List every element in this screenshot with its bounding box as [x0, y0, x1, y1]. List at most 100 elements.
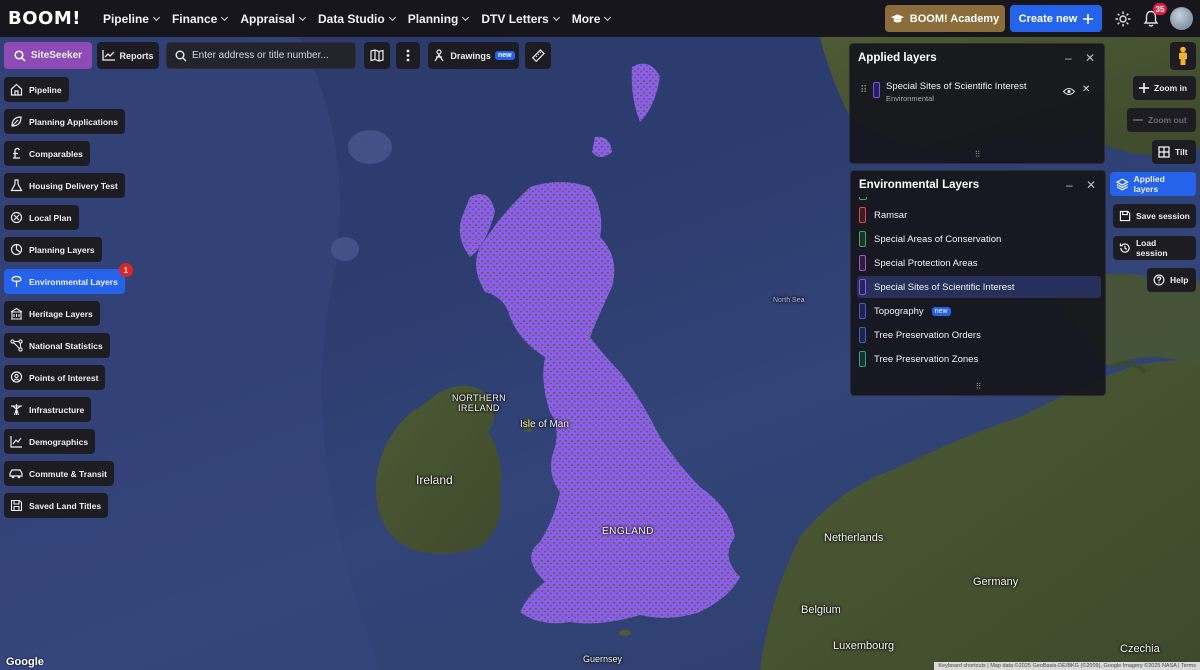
academy-button[interactable]: BOOM! Academy [885, 5, 1005, 32]
layer-color-swatch [859, 207, 866, 223]
sidebar-item-points-of-interest[interactable]: Points of Interest [4, 365, 106, 390]
nav-dtv-letters[interactable]: DTV Letters [481, 12, 560, 26]
applied-layer-category: Environmental [886, 94, 934, 103]
remove-layer-icon[interactable]: ✕ [1082, 84, 1090, 95]
app-logo[interactable]: BOOM! [8, 8, 81, 29]
applied-layers-label: Applied layers [1133, 174, 1165, 194]
nodes-icon [9, 339, 23, 353]
sidebar-item-label: Demographics [29, 436, 89, 447]
sidebar-item-saved-land-titles[interactable]: Saved Land Titles [4, 493, 109, 518]
measure-button[interactable] [525, 42, 551, 69]
plus-icon [1083, 13, 1094, 24]
nav-finance-label: Finance [171, 11, 218, 26]
layer-row-sssi[interactable]: Special Sites of Scientific Interest [857, 276, 1101, 298]
sidebar-item-heritage-layers[interactable]: Heritage Layers [4, 301, 100, 326]
map-attribution[interactable]: Keyboard shortcuts | Map data ©2025 GeoB… [934, 662, 1200, 670]
house-icon [9, 83, 23, 97]
close-icon[interactable]: ✕ [1086, 178, 1096, 192]
more-options-button[interactable] [396, 42, 420, 69]
nav-pipeline[interactable]: Pipeline [103, 12, 161, 26]
chevron-down-icon [552, 13, 560, 21]
sidebar-item-housing-delivery-test[interactable]: Housing Delivery Test [4, 173, 125, 198]
nav-appraisal-label: Appraisal [240, 11, 296, 26]
layer-color-swatch [859, 279, 866, 295]
map-label-luxembourg: Luxembourg [833, 640, 895, 652]
drag-handle-icon[interactable]: ⠿ [860, 85, 867, 96]
building-icon [9, 307, 23, 321]
minus-icon [1133, 119, 1143, 121]
panel-title: Environmental Layers [859, 179, 980, 191]
google-logo: Google [6, 656, 44, 668]
nav-data-studio[interactable]: Data Studio [318, 12, 396, 26]
sun-icon[interactable] [1115, 11, 1131, 27]
person-pin-icon [9, 371, 23, 385]
resize-handle-icon[interactable]: ⠿ [975, 150, 981, 159]
applied-layers-button[interactable]: Applied layers [1110, 172, 1196, 196]
applied-layer-item[interactable]: ⠿ Special Sites of Scientific Interest E… [854, 76, 1100, 112]
resize-handle-icon[interactable]: ⠿ [976, 382, 982, 391]
map-label-netherlands: Netherlands [824, 532, 884, 544]
car-icon [9, 467, 23, 481]
map-type-button[interactable] [364, 42, 390, 69]
sidebar-item-label: Pipeline [29, 84, 62, 95]
layer-name: Ramsar [874, 209, 908, 221]
street-view-pegman[interactable] [1170, 42, 1196, 70]
nav-planning[interactable]: Planning [407, 11, 470, 26]
search-input[interactable] [192, 50, 352, 61]
siteseeker-button[interactable]: SiteSeeker [4, 42, 92, 69]
layer-row-tree-preservation-zones[interactable]: Tree Preservation Zones [857, 348, 1101, 370]
sidebar-item-label: Local Plan [29, 212, 72, 223]
minimize-icon[interactable]: – [1066, 178, 1073, 192]
nav-appraisal[interactable]: Appraisal [240, 11, 307, 26]
layer-row-tree-preservation-orders[interactable]: Tree Preservation Orders [857, 324, 1101, 346]
save-session-label: Save session [1136, 211, 1190, 221]
layer-row-ramsar[interactable]: Ramsar [857, 204, 1101, 226]
help-button[interactable]: Help [1147, 268, 1196, 292]
sidebar-item-local-plan[interactable]: Local Plan [4, 205, 79, 230]
nav-finance[interactable]: Finance [171, 11, 229, 26]
chevron-down-icon [298, 13, 307, 21]
save-session-button[interactable]: Save session [1113, 204, 1196, 228]
load-session-label: Load session [1135, 238, 1168, 258]
zoom-in-label: Zoom in [1154, 83, 1188, 93]
layer-row-special-areas-of-conservation[interactable]: Special Areas of Conservation [857, 228, 1101, 250]
eye-icon[interactable] [1063, 87, 1075, 96]
drawing-person-icon [434, 49, 444, 62]
pegman-icon [1179, 46, 1187, 65]
zoom-out-button[interactable]: Zoom out [1127, 108, 1196, 132]
sidebar-item-infrastructure[interactable]: Infrastructure [4, 397, 92, 422]
layer-row-topography[interactable]: Topography new [857, 300, 1101, 322]
sidebar-item-comparables[interactable]: Comparables [4, 141, 90, 166]
map-label-belgium: Belgium [801, 604, 841, 616]
layer-row-special-protection-areas[interactable]: Special Protection Areas [857, 252, 1101, 274]
address-search[interactable] [166, 42, 356, 69]
create-new-button[interactable]: Create new [1010, 5, 1102, 32]
search-icon [175, 50, 187, 61]
chevron-down-icon [388, 13, 396, 21]
zoom-in-button[interactable]: Zoom in [1133, 76, 1196, 100]
vertical-dots-icon [406, 49, 410, 62]
layer-name: Tree Preservation Zones [874, 353, 979, 365]
reports-button[interactable]: Reports [97, 42, 159, 69]
sidebar-item-national-statistics[interactable]: National Statistics [4, 333, 110, 358]
drawings-button[interactable]: Drawings new [428, 42, 519, 69]
map-label-england: ENGLAND [602, 526, 654, 537]
layers-icon [1116, 178, 1129, 190]
sidebar-item-planning-layers[interactable]: Planning Layers [4, 237, 102, 262]
tilt-button[interactable]: Tilt [1152, 140, 1196, 164]
nav-more[interactable]: More [572, 12, 612, 26]
close-icon[interactable]: ✕ [1085, 51, 1095, 65]
load-session-button[interactable]: Load session [1113, 236, 1196, 260]
avatar[interactable] [1170, 7, 1193, 30]
sidebar-item-label: Comparables [29, 148, 83, 159]
map-canvas[interactable]: NORTHERN IRELAND Isle of Man Ireland ENG… [0, 37, 1200, 670]
sidebar-item-label: Planning Applications [29, 116, 118, 127]
applied-layers-panel: Applied layers – ✕ ⠿ Special Sites of Sc… [849, 43, 1105, 164]
sidebar-item-planning-applications[interactable]: Planning Applications [4, 109, 125, 134]
nav-planning-label: Planning [407, 11, 459, 26]
sidebar-item-pipeline[interactable]: Pipeline [4, 77, 69, 102]
minimize-icon[interactable]: – [1065, 51, 1072, 65]
sidebar-item-commute-transit[interactable]: Commute & Transit [4, 461, 114, 486]
sidebar-item-demographics[interactable]: Demographics [4, 429, 96, 454]
sidebar-item-environmental-layers[interactable]: Environmental Layers 1 [4, 263, 133, 294]
